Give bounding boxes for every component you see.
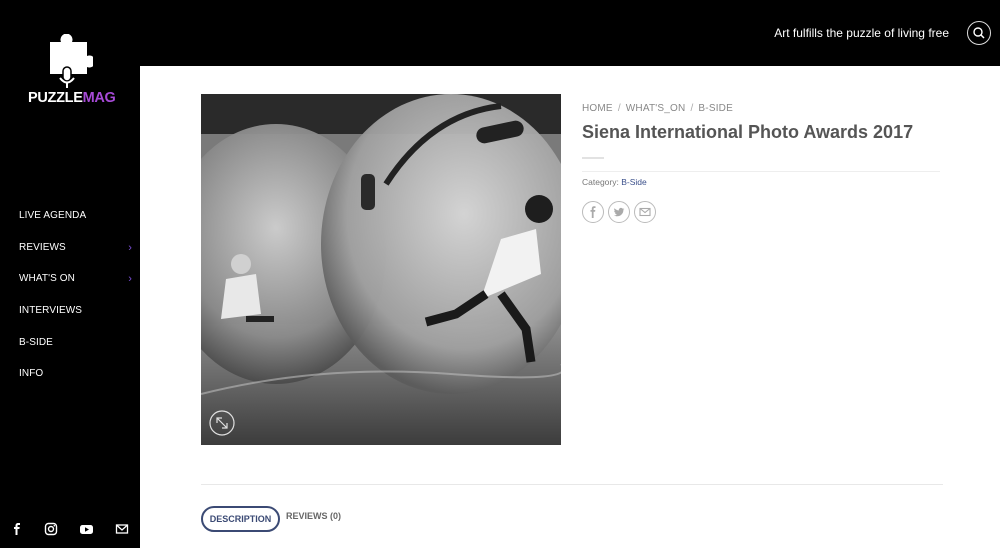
product-image[interactable] (201, 94, 561, 445)
photo-kids-in-water-balls (201, 94, 561, 445)
site-tagline: Art fulfills the puzzle of living free (774, 26, 949, 40)
chevron-right-icon[interactable]: › (128, 232, 132, 264)
mail-icon[interactable] (634, 201, 656, 223)
nav-item-live-agenda[interactable]: LIVE AGENDA (0, 200, 140, 232)
nav-item-label: B-SIDE (19, 336, 53, 348)
nav-item-reviews[interactable]: REVIEWS › (0, 232, 140, 264)
social-links (0, 522, 140, 540)
top-bar: Art fulfills the puzzle of living free (140, 0, 1000, 66)
search-icon[interactable] (967, 21, 991, 45)
category-label: Category: (582, 177, 619, 187)
nav-item-label: INFO (19, 368, 44, 380)
zoom-icon[interactable] (209, 410, 235, 436)
twitter-icon[interactable] (608, 201, 630, 223)
chevron-right-icon[interactable]: › (128, 263, 132, 295)
site-logo[interactable]: PUZZLEMAG (20, 26, 118, 112)
tab-reviews[interactable]: REVIEWS (0) (286, 511, 341, 521)
logo-wordmark: PUZZLEMAG (28, 90, 116, 106)
breadcrumb-home[interactable]: HOME (582, 103, 613, 114)
breadcrumb-separator: / (690, 103, 694, 114)
breadcrumb: HOME / WHAT'S_ON / B-SIDE (582, 103, 733, 114)
sidebar: PUZZLEMAG LIVE AGENDA REVIEWS › WHAT'S ON… (0, 0, 140, 548)
tab-description[interactable]: DESCRIPTION (201, 506, 280, 532)
meta-divider (582, 171, 940, 172)
page-title: Siena International Photo Awards 2017 (582, 122, 914, 142)
nav-item-interviews[interactable]: INTERVIEWS (0, 295, 140, 327)
nav-item-whats-on[interactable]: WHAT'S ON › (0, 263, 140, 295)
nav-item-label: REVIEWS (19, 241, 66, 253)
nav-item-label: WHAT'S ON (19, 273, 75, 285)
instagram-icon[interactable] (44, 522, 60, 538)
main-nav: LIVE AGENDA REVIEWS › WHAT'S ON › INTERVIE… (0, 200, 140, 390)
facebook-icon[interactable] (582, 201, 604, 223)
breadcrumb-b-side[interactable]: B-SIDE (698, 103, 733, 114)
nav-item-b-side[interactable]: B-SIDE (0, 327, 140, 359)
youtube-icon[interactable] (79, 522, 95, 538)
breadcrumb-whats-on[interactable]: WHAT'S_ON (626, 103, 686, 114)
mail-icon[interactable] (115, 522, 131, 538)
nav-item-label: INTERVIEWS (19, 305, 83, 317)
product-category: Category: B-Side (582, 177, 647, 187)
nav-item-label: LIVE AGENDA (19, 210, 87, 221)
puzzle-piece-icon (50, 34, 93, 88)
nav-item-info[interactable]: INFO (0, 358, 140, 390)
facebook-icon[interactable] (10, 522, 26, 538)
breadcrumb-separator: / (617, 103, 621, 114)
tabs-divider (201, 484, 943, 485)
title-divider (582, 157, 604, 159)
category-link[interactable]: B-Side (621, 177, 647, 187)
